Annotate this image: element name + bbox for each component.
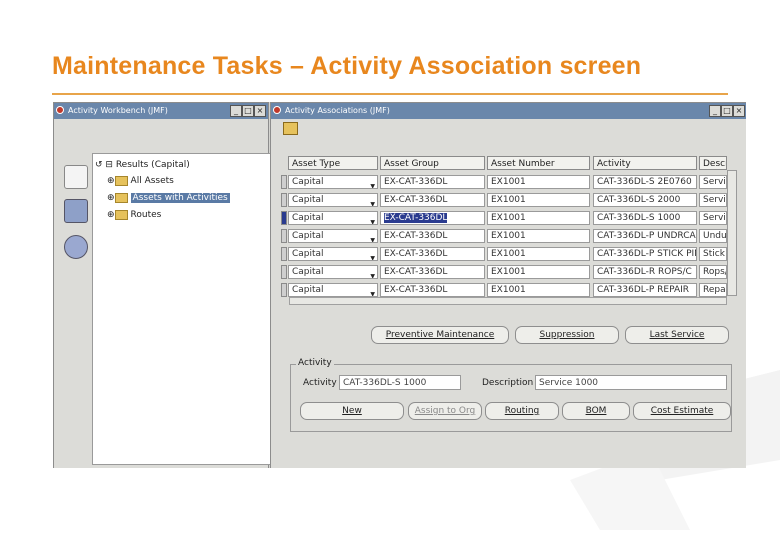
activity-cell[interactable]: CAT-336DL-R ROPS/C	[593, 265, 697, 279]
activity-label: Activity	[303, 378, 337, 388]
oracle-icon	[56, 106, 64, 114]
close-icon[interactable]: ×	[733, 105, 745, 117]
description-cell[interactable]: Servic	[699, 211, 727, 225]
tree-item-routes[interactable]: ⊕ Routes	[107, 208, 161, 222]
oracle-icon	[273, 106, 281, 114]
activity-frame-label: Activity	[296, 358, 334, 368]
activity-cell[interactable]: CAT-336DL-S 1000	[593, 211, 697, 225]
cost-estimate-button[interactable]: Cost Estimate	[633, 402, 731, 420]
new-button[interactable]: New	[300, 402, 404, 420]
folder-icon	[114, 209, 128, 220]
network-icon[interactable]	[64, 235, 88, 259]
folder-icon	[114, 175, 128, 186]
asset-group-cell[interactable]: EX-CAT-336DL	[380, 229, 485, 243]
activity-cell[interactable]: CAT-336DL-P STICK PIN	[593, 247, 697, 261]
description-cell[interactable]: Repai	[699, 283, 727, 297]
description-cell[interactable]: Stick	[699, 247, 727, 261]
title-divider	[52, 93, 728, 95]
activity-cell[interactable]: CAT-336DL-P REPAIR	[593, 283, 697, 297]
minimize-icon[interactable]: _	[230, 105, 242, 117]
asset-type-combo[interactable]: Capital ▼	[288, 193, 378, 207]
record-indicator[interactable]	[281, 175, 287, 189]
description-cell[interactable]: Servic	[699, 175, 727, 189]
tree-item-label: Routes	[130, 210, 162, 220]
activity-cell[interactable]: CAT-336DL-S 2000	[593, 193, 697, 207]
asset-number-cell[interactable]: EX1001	[487, 229, 590, 243]
asset-type-combo[interactable]: Capital ▼	[288, 265, 378, 279]
description-cell[interactable]: Rops/	[699, 265, 727, 279]
tree-root[interactable]: ↺ ⊟ Results (Capital)	[95, 158, 190, 172]
expand-icon[interactable]: ⊕	[107, 193, 115, 203]
asset-number-cell[interactable]: EX1001	[487, 247, 590, 261]
close-icon[interactable]: ×	[254, 105, 266, 117]
table-icon[interactable]	[64, 165, 88, 189]
activity-field[interactable]: CAT-336DL-S 1000	[339, 375, 461, 390]
column-header-description[interactable]: Descr	[699, 156, 727, 170]
folder-icon	[114, 192, 128, 203]
record-indicator[interactable]	[281, 283, 287, 297]
description-cell[interactable]: Servic	[699, 193, 727, 207]
asset-type-combo[interactable]: Capital ▼	[288, 283, 378, 297]
description-label: Description	[482, 378, 534, 388]
expand-icon[interactable]: ⊕	[107, 210, 115, 220]
minimize-icon[interactable]: _	[709, 105, 721, 117]
column-header-asset-type[interactable]: Asset Type	[288, 156, 378, 170]
record-indicator[interactable]	[281, 229, 287, 243]
asset-number-cell[interactable]: EX1001	[487, 193, 590, 207]
activity-associations-title: Activity Associations (JMF)	[285, 106, 390, 115]
maximize-icon[interactable]: □	[242, 105, 254, 117]
suppression-button[interactable]: Suppression	[515, 326, 619, 344]
record-indicator[interactable]	[281, 247, 287, 261]
asset-type-combo[interactable]: Capital ▼	[288, 247, 378, 261]
preventive-maintenance-button[interactable]: Preventive Maintenance	[371, 326, 509, 344]
asset-type-combo[interactable]: Capital ▼	[288, 229, 378, 243]
record-indicator[interactable]	[281, 265, 287, 279]
tools-icon[interactable]	[64, 199, 88, 223]
activity-cell[interactable]: CAT-336DL-P UNDRCAR	[593, 229, 697, 243]
activity-workbench-titlebar[interactable]: Activity Workbench (JMF) _ □ ×	[54, 103, 268, 119]
description-cell[interactable]: Undur	[699, 229, 727, 243]
vertical-scrollbar[interactable]	[727, 170, 737, 296]
bom-button[interactable]: BOM	[562, 402, 630, 420]
tree-item-label: All Assets	[130, 176, 174, 186]
asset-number-cell[interactable]: EX1001	[487, 265, 590, 279]
asset-group-cell[interactable]: EX-CAT-336DL	[380, 175, 485, 189]
asset-number-cell[interactable]: EX1001	[487, 283, 590, 297]
activity-associations-titlebar[interactable]: Activity Associations (JMF) _ □ ×	[271, 103, 746, 119]
last-service-button[interactable]: Last Service	[625, 326, 729, 344]
record-indicator[interactable]	[281, 193, 287, 207]
routing-button[interactable]: Routing	[485, 402, 559, 420]
activity-workbench-window: Activity Workbench (JMF) _ □ × ↺ ⊟ Resul…	[53, 102, 290, 468]
record-indicator-current[interactable]	[281, 211, 287, 225]
activity-workbench-title: Activity Workbench (JMF)	[68, 106, 168, 115]
folder-open-icon[interactable]	[283, 122, 298, 135]
horizontal-scrollbar[interactable]	[289, 297, 727, 305]
maximize-icon[interactable]: □	[721, 105, 733, 117]
asset-group-cell[interactable]: EX-CAT-336DL	[380, 247, 485, 261]
asset-type-combo[interactable]: Capital ▼	[288, 175, 378, 189]
asset-group-cell[interactable]: EX-CAT-336DL	[380, 211, 485, 225]
asset-group-cell[interactable]: EX-CAT-336DL	[380, 283, 485, 297]
application-screenshot: Activity Workbench (JMF) _ □ × ↺ ⊟ Resul…	[53, 102, 746, 468]
tree-item-label: Assets with Activities	[130, 193, 230, 203]
asset-number-cell[interactable]: EX1001	[487, 211, 590, 225]
asset-number-cell[interactable]: EX1001	[487, 175, 590, 189]
collapse-icon[interactable]: ↺ ⊟	[95, 160, 113, 170]
asset-group-cell[interactable]: EX-CAT-336DL	[380, 193, 485, 207]
column-header-activity[interactable]: Activity	[593, 156, 697, 170]
activity-cell[interactable]: CAT-336DL-S 2E0760	[593, 175, 697, 189]
assign-to-org-button[interactable]: Assign to Org	[408, 402, 482, 420]
column-header-asset-group[interactable]: Asset Group	[380, 156, 485, 170]
asset-type-combo[interactable]: Capital ▼	[288, 211, 378, 225]
asset-group-cell[interactable]: EX-CAT-336DL	[380, 265, 485, 279]
tree-item-all-assets[interactable]: ⊕ All Assets	[107, 174, 174, 188]
slide-title: Maintenance Tasks – Activity Association…	[52, 52, 642, 80]
tree-item-assets-with-activities[interactable]: ⊕ Assets with Activities	[107, 191, 230, 205]
column-header-asset-number[interactable]: Asset Number	[487, 156, 590, 170]
description-field[interactable]: Service 1000	[535, 375, 727, 390]
tree-root-label: Results (Capital)	[115, 160, 190, 170]
expand-icon[interactable]: ⊕	[107, 176, 115, 186]
results-tree: ↺ ⊟ Results (Capital) ⊕ All Assets ⊕ Asset…	[92, 153, 290, 465]
